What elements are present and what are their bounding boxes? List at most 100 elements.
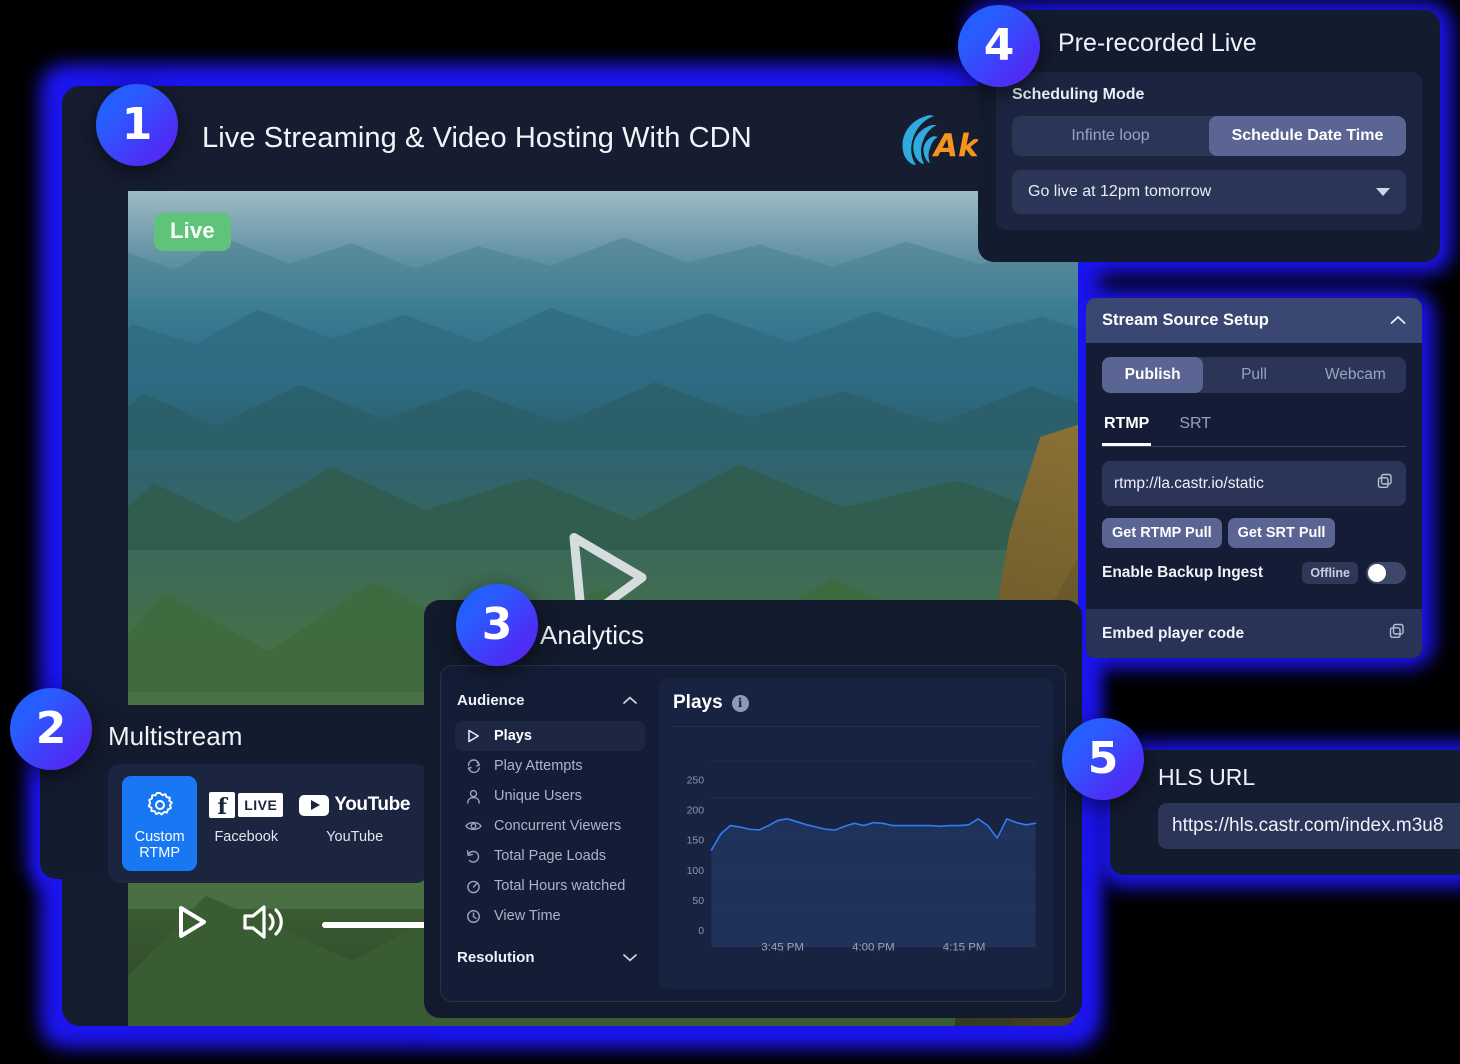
youtube-play-icon	[299, 794, 330, 816]
copy-icon[interactable]	[1376, 472, 1394, 495]
metric-label: Total Hours watched	[494, 878, 626, 894]
stopwatch-icon	[465, 879, 482, 894]
backup-ingest-label: Enable Backup Ingest	[1102, 564, 1264, 581]
mode-infinite-loop[interactable]: Infinte loop	[1012, 116, 1209, 156]
metric-item-play-attempts[interactable]: Play Attempts	[455, 751, 645, 781]
prerecorded-title: Pre-recorded Live	[1058, 29, 1257, 57]
live-status-badge: Live	[154, 213, 231, 251]
clock-icon	[465, 909, 482, 924]
refresh-icon	[465, 758, 482, 774]
info-icon[interactable]: i	[731, 694, 749, 712]
sidebar-section-audience[interactable]: Audience	[455, 688, 645, 713]
metric-label: Plays	[494, 728, 532, 744]
embed-player-code-row[interactable]: Embed player code	[1086, 609, 1422, 658]
hls-url-window: HLS URL https://hls.castr.com/index.m3u8	[1110, 750, 1460, 875]
platform-label: YouTube	[326, 829, 384, 845]
svg-text:4:00 PM: 4:00 PM	[852, 942, 895, 954]
undo-icon	[465, 849, 482, 864]
get-srt-pull-button[interactable]: Get SRT Pull	[1227, 518, 1336, 548]
svg-text:200: 200	[687, 805, 705, 817]
metric-label: Concurrent Viewers	[494, 818, 622, 834]
svg-text:50: 50	[692, 895, 704, 907]
play-icon[interactable]	[170, 901, 212, 948]
analytics-sidebar: Audience Plays Play Attempts Unique User…	[441, 678, 651, 989]
sidebar-section-label: Audience	[457, 692, 525, 709]
pull-button-row: Get RTMP Pull Get SRT Pull	[1102, 518, 1406, 548]
platform-custom-rtmp[interactable]: Custom RTMP	[122, 776, 198, 871]
player-topbar: Live Streaming & Video Hosting With CDN …	[62, 86, 1078, 191]
scheduling-mode-label: Scheduling Mode	[1012, 86, 1145, 103]
chart-title: Plays	[673, 692, 723, 713]
platform-youtube[interactable]: YouTube YouTube	[295, 776, 414, 855]
plays-chart-labels: 0 50 100 150 200 250 3:45 PM 4:00 PM 4:15 PM	[687, 774, 986, 954]
chart-header: Plays i	[673, 692, 1039, 727]
facebook-live-icon: f LIVE	[209, 788, 284, 822]
metric-item-view-time[interactable]: View Time	[455, 901, 645, 931]
chevron-down-icon	[623, 949, 637, 966]
step-badge-4: 4	[958, 5, 1040, 87]
metric-item-plays[interactable]: Plays	[455, 721, 645, 751]
scheduling-panel: Scheduling Mode Infinte loop Schedule Da…	[996, 72, 1422, 230]
get-rtmp-pull-button[interactable]: Get RTMP Pull	[1102, 518, 1222, 548]
step-badge-3: 3	[456, 584, 538, 666]
source-type-tabs: Publish Pull Webcam	[1102, 357, 1406, 393]
mode-schedule-date-time[interactable]: Schedule Date Time	[1209, 116, 1406, 156]
metric-item-concurrent-viewers[interactable]: Concurrent Viewers	[455, 811, 645, 841]
volume-icon[interactable]	[240, 903, 286, 946]
hls-url-body: HLS URL https://hls.castr.com/index.m3u8	[1110, 750, 1460, 875]
svg-text:250: 250	[687, 774, 705, 786]
protocol-tabs: RTMP SRT	[1102, 411, 1406, 447]
sidebar-section-resolution[interactable]: Resolution	[455, 945, 645, 970]
analytics-window: Analytics Audience Plays Play Attempts U…	[424, 600, 1082, 1018]
embed-player-code-label: Embed player code	[1102, 624, 1245, 642]
metric-label: Total Page Loads	[494, 848, 607, 864]
analytics-title: Analytics	[540, 620, 645, 650]
hls-url-field[interactable]: https://hls.castr.com/index.m3u8	[1158, 803, 1460, 849]
chevron-up-icon	[623, 692, 637, 709]
gear-icon	[126, 788, 193, 822]
user-icon	[465, 789, 482, 804]
multistream-platform-list: Custom RTMP f LIVE Facebook YouTube YouT…	[108, 764, 428, 883]
youtube-wordmark: YouTube	[334, 794, 410, 815]
svg-text:100: 100	[687, 865, 705, 877]
screenshot-stage: Live Streaming & Video Hosting With CDN …	[0, 0, 1460, 1064]
multistream-title: Multistream	[108, 721, 243, 751]
analytics-card: Audience Plays Play Attempts Unique User…	[440, 665, 1066, 1002]
step-badge-1: 1	[96, 84, 178, 166]
metric-item-unique-users[interactable]: Unique Users	[455, 781, 645, 811]
step-badge-2: 2	[10, 688, 92, 770]
backup-ingest-controls: Offline	[1302, 562, 1406, 584]
chevron-up-icon[interactable]	[1390, 311, 1406, 330]
platform-facebook[interactable]: f LIVE Facebook	[205, 776, 287, 855]
toggle-knob	[1368, 564, 1386, 582]
tab-srt[interactable]: SRT	[1177, 411, 1213, 446]
backup-ingest-row: Enable Backup Ingest Offline	[1102, 562, 1406, 584]
svg-text:3:45 PM: 3:45 PM	[761, 942, 804, 954]
prerecorded-live-window: Pre-recorded Live Scheduling Mode Infint…	[978, 10, 1440, 262]
analytics-chart-panel: Plays i 0 50 100 150 200 250 3:45 PM 4:00 PM 4:1…	[659, 678, 1053, 989]
facebook-f-icon: f	[209, 792, 236, 818]
backup-ingest-toggle[interactable]	[1366, 562, 1406, 584]
stream-source-setup-window: Stream Source Setup Publish Pull Webcam …	[1086, 298, 1422, 658]
facebook-live-badge: LIVE	[238, 793, 284, 817]
copy-icon[interactable]	[1388, 622, 1406, 645]
tab-publish[interactable]: Publish	[1102, 357, 1204, 393]
tab-rtmp[interactable]: RTMP	[1102, 411, 1152, 446]
stream-source-header[interactable]: Stream Source Setup	[1086, 298, 1422, 343]
sidebar-section-label: Resolution	[457, 949, 535, 966]
tab-pull[interactable]: Pull	[1203, 357, 1304, 393]
tab-webcam[interactable]: Webcam	[1305, 357, 1406, 393]
chevron-down-icon	[1376, 188, 1390, 196]
prerecorded-body: Pre-recorded Live Scheduling Mode Infint…	[978, 10, 1440, 262]
step-badge-5: 5	[1062, 718, 1144, 800]
metric-item-total-hours-watched[interactable]: Total Hours watched	[455, 871, 645, 901]
rtmp-url-field[interactable]: rtmp://la.castr.io/static	[1102, 461, 1406, 506]
youtube-icon: YouTube	[299, 788, 410, 822]
stream-source-main: Publish Pull Webcam RTMP SRT rtmp://la.c…	[1086, 343, 1422, 609]
schedule-select[interactable]: Go live at 12pm tomorrow	[1012, 170, 1406, 214]
eye-icon	[465, 820, 482, 832]
rtmp-url-value: rtmp://la.castr.io/static	[1114, 474, 1264, 492]
schedule-select-value: Go live at 12pm tomorrow	[1028, 183, 1212, 200]
metric-item-total-page-loads[interactable]: Total Page Loads	[455, 841, 645, 871]
svg-text:4:15 PM: 4:15 PM	[943, 942, 986, 954]
